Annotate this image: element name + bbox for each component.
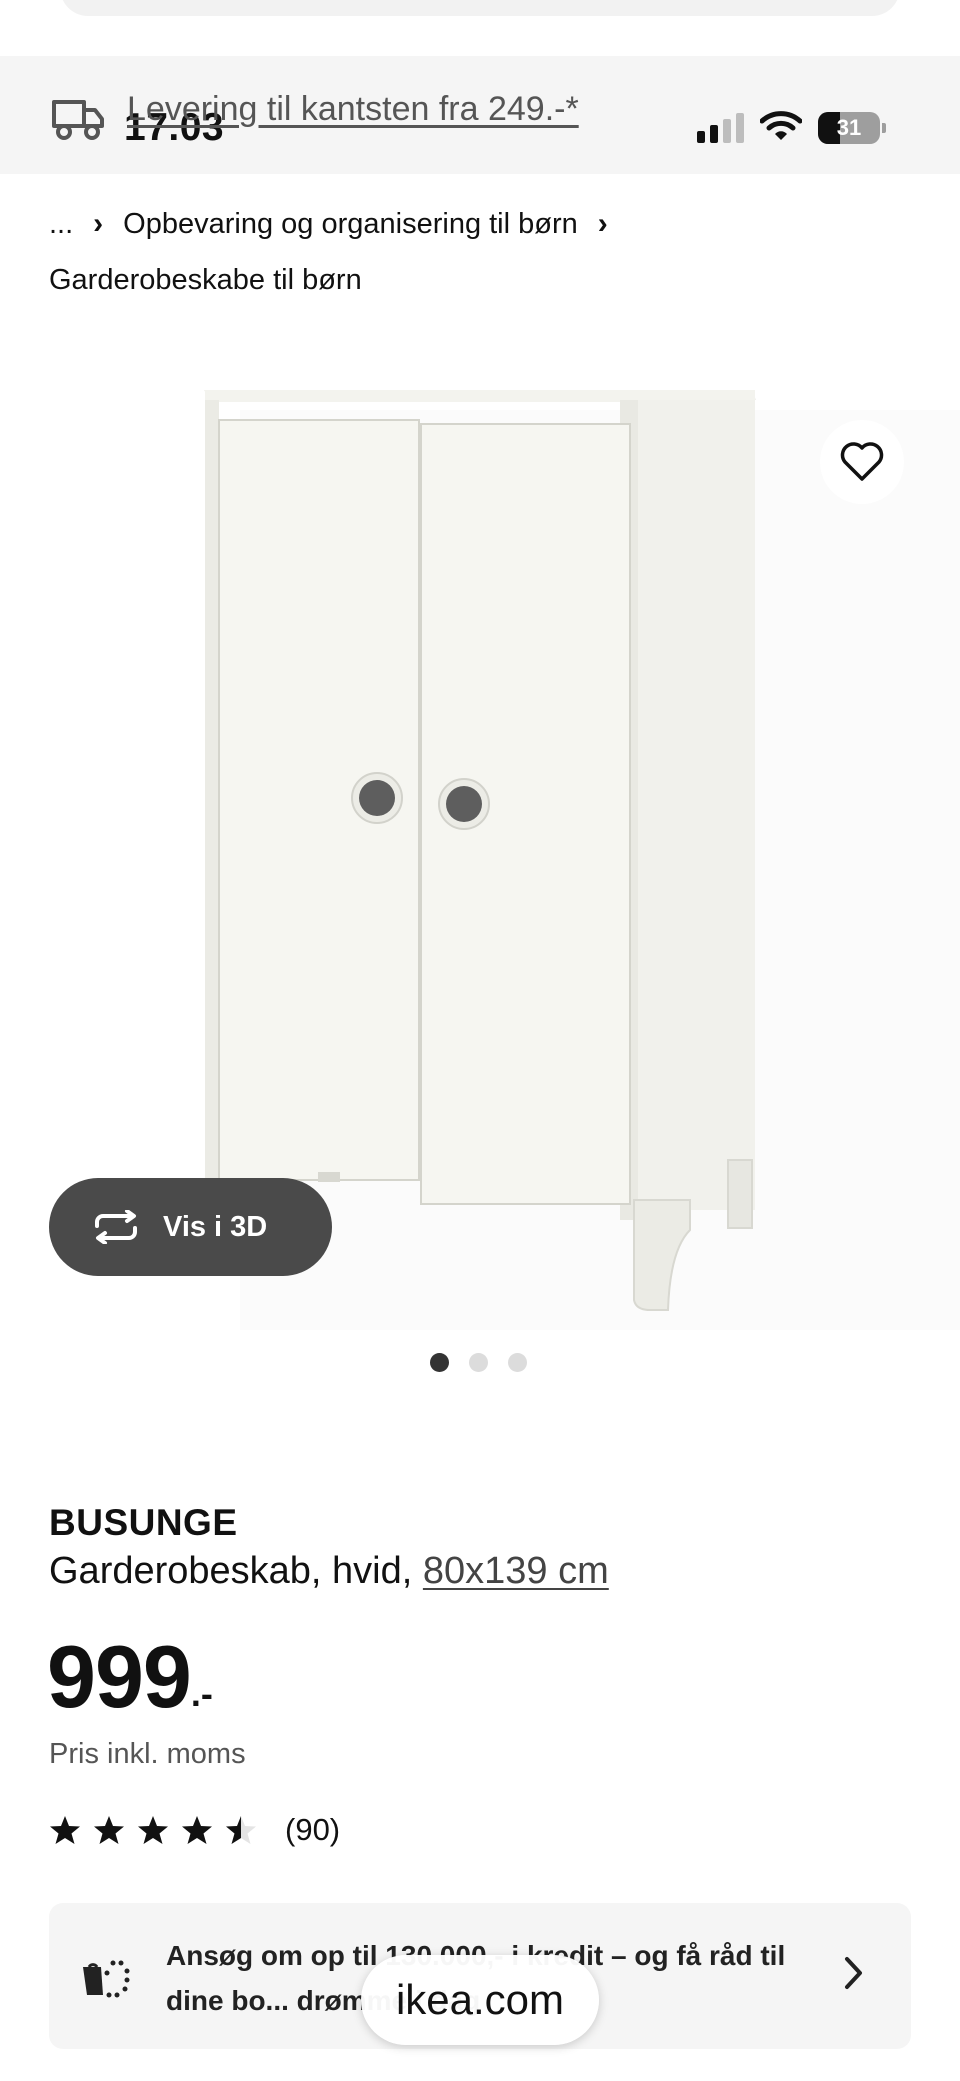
gallery-dot[interactable] <box>508 1353 527 1372</box>
product-name: BUSUNGE <box>49 1502 238 1543</box>
shopping-bag-credit-icon <box>79 1953 133 1999</box>
star-full-icon <box>182 1816 212 1844</box>
view-in-3d-button[interactable]: Vis i 3D <box>49 1178 332 1276</box>
product-description: Garderobeskab, hvid, 80x139 cm <box>49 1550 609 1593</box>
product-size-link[interactable]: 80x139 cm <box>423 1550 609 1592</box>
delivery-link[interactable]: Levering til kantsten fra 249.-* <box>127 90 579 129</box>
chevron-right-icon: › <box>93 207 104 240</box>
breadcrumb-ellipsis[interactable]: ... <box>49 208 73 241</box>
gallery-pagination <box>430 1353 527 1372</box>
wifi-icon <box>759 110 803 147</box>
battery-icon: 31 <box>818 112 886 144</box>
battery-level: 31 <box>836 115 862 140</box>
delivery-header: 17.03 Levering til kantsten fra 249.-* 3… <box>0 56 960 174</box>
heart-icon <box>840 442 884 481</box>
product-description-text: Garderobeskab, hvid, <box>49 1550 413 1592</box>
cellular-signal-icon <box>697 113 744 143</box>
view-in-3d-label: Vis i 3D <box>163 1210 268 1243</box>
rating-count: (90) <box>285 1812 341 1847</box>
favorite-button[interactable] <box>820 420 904 504</box>
browser-url-bar[interactable]: ikea.com <box>361 1955 599 2045</box>
breadcrumb-current-link[interactable]: Garderobeskabe til børn <box>49 264 362 297</box>
truck-icon <box>50 96 106 142</box>
page: 17.03 Levering til kantsten fra 249.-* 3… <box>0 0 960 2081</box>
rotate-3d-icon <box>95 1210 137 1244</box>
status-icons: 31 <box>697 108 886 148</box>
top-pill <box>60 0 900 16</box>
product-rating[interactable]: (90) <box>49 1812 340 1848</box>
price-note: Pris inkl. moms <box>49 1738 246 1770</box>
price-suffix: .- <box>190 1673 213 1714</box>
product-price: 999 .- <box>47 1632 213 1722</box>
star-full-icon <box>50 1816 80 1844</box>
gallery-dot[interactable] <box>430 1353 449 1372</box>
chevron-right-icon: › <box>597 207 608 240</box>
rating-stars <box>49 1815 257 1845</box>
gallery-dot[interactable] <box>469 1353 488 1372</box>
breadcrumb-parent-link[interactable]: Opbevaring og organisering til børn <box>123 208 578 241</box>
star-half-icon <box>226 1816 256 1844</box>
star-full-icon <box>138 1816 168 1844</box>
breadcrumb: ... › Opbevaring og organisering til bør… <box>49 202 919 300</box>
chevron-right-icon <box>843 1955 865 1996</box>
price-amount: 999 <box>47 1627 192 1726</box>
star-full-icon <box>94 1816 124 1844</box>
